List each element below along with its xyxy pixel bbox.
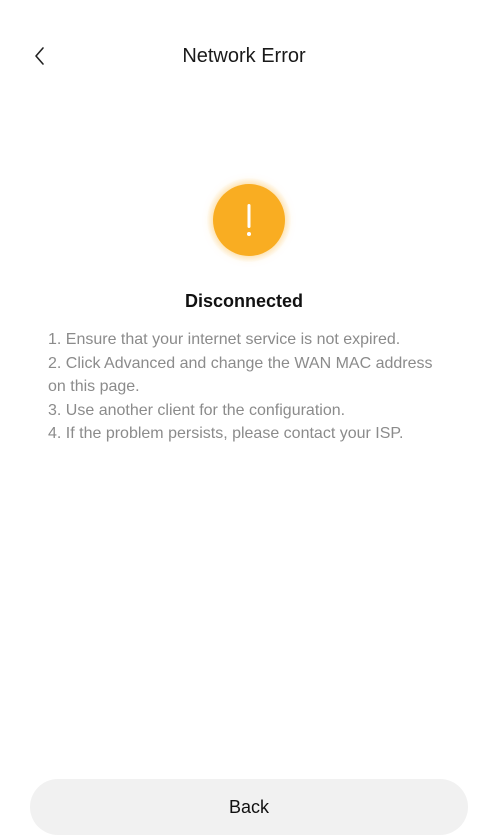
network-error-page: Network Error Disconnected 1. Ensure tha… xyxy=(0,0,488,839)
warning-icon-container xyxy=(207,178,291,262)
tip-item: 4. If the problem persists, please conta… xyxy=(48,425,404,442)
chevron-left-icon[interactable] xyxy=(24,40,56,72)
tip-item: 1. Ensure that your internet service is … xyxy=(48,331,401,348)
back-button[interactable]: Back xyxy=(30,779,468,835)
page-title: Network Error xyxy=(182,45,306,67)
status-title: Disconnected xyxy=(184,291,304,311)
troubleshooting-tips: 1. Ensure that your internet service is … xyxy=(48,328,448,446)
top-bar: Network Error xyxy=(0,0,488,112)
tip-item: 2. Click Advanced and change the WAN MAC… xyxy=(48,354,433,396)
tip-item: 3. Use another client for the configurat… xyxy=(48,401,346,419)
warning-icon xyxy=(213,184,285,256)
